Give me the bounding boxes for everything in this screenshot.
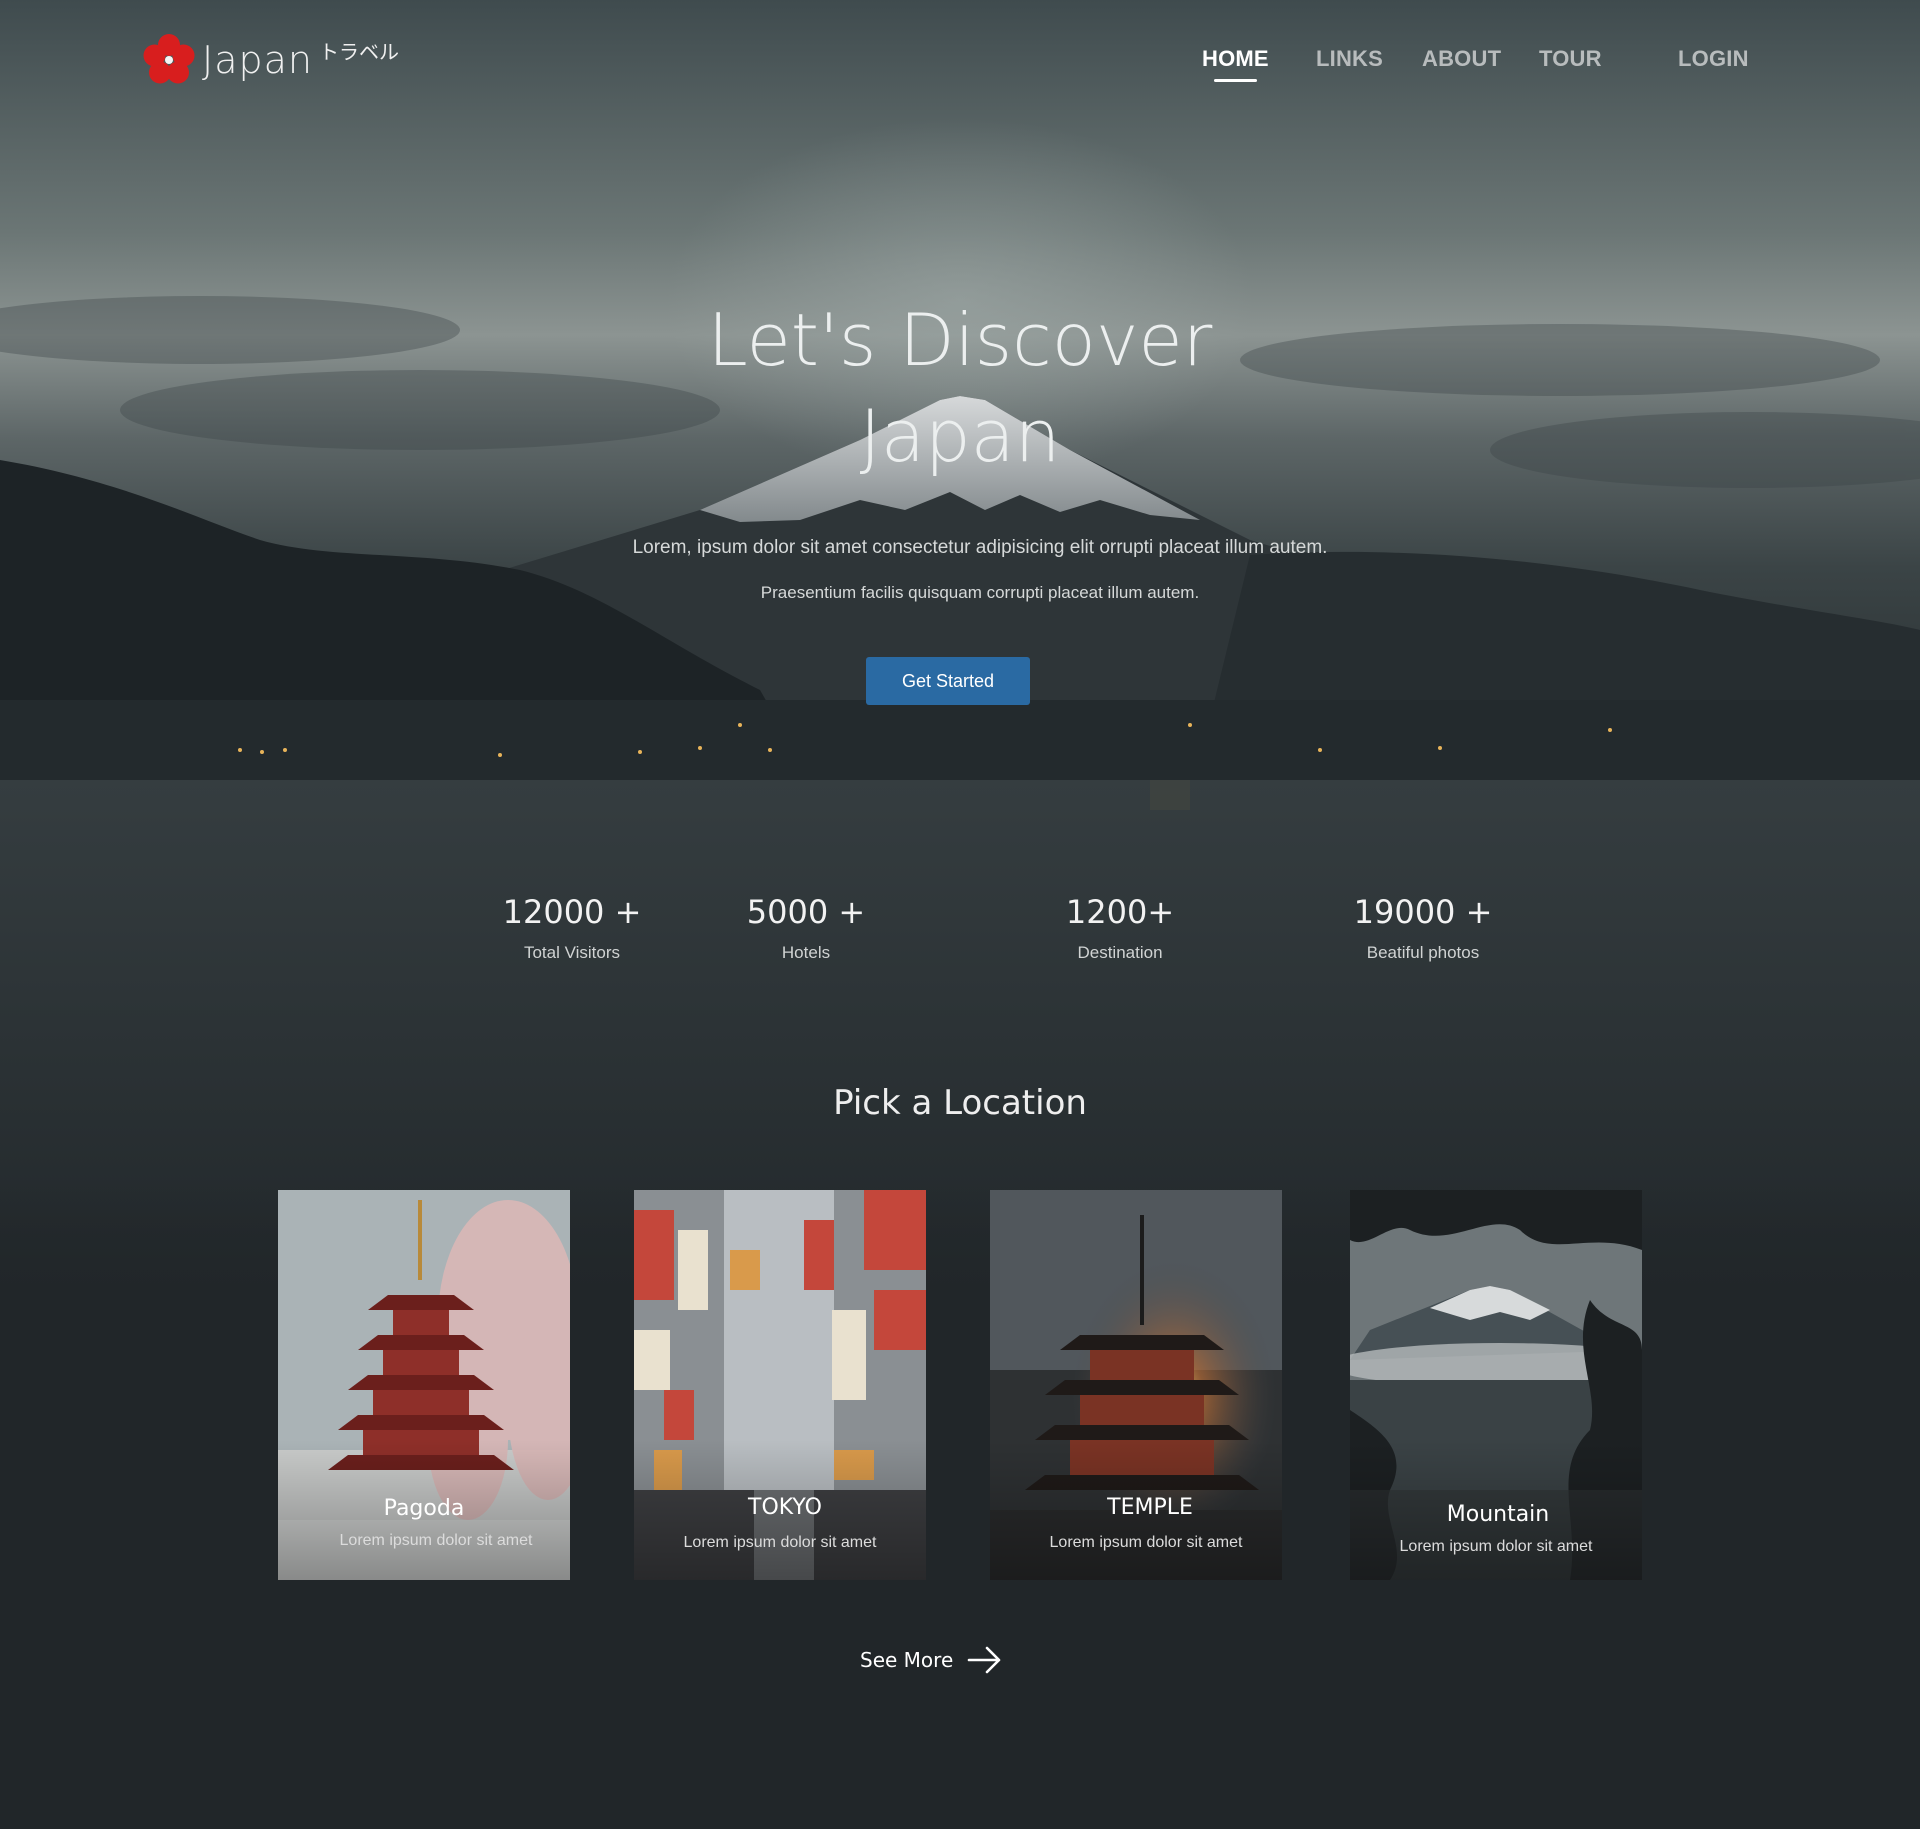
card-description: Lorem ipsum dolor sit amet (339, 1532, 533, 1549)
card-title: TOKYO (748, 1495, 822, 1520)
stat-total-visitors: 12000 + Total Visitors (452, 893, 692, 963)
see-more-link[interactable]: See More (860, 1640, 1003, 1680)
stat-beautiful-photos: 19000 + Beatiful photos (1303, 893, 1543, 963)
hero-subtitle-line2: Praesentium facilis quisquam corrupti pl… (760, 583, 1200, 602)
location-card-mountain[interactable]: Mountain Lorem ipsum dolor sit amet (1350, 1190, 1642, 1580)
card-description: Lorem ipsum dolor sit amet (683, 1534, 877, 1551)
location-card-pagoda[interactable]: Pagoda Lorem ipsum dolor sit amet (278, 1190, 570, 1580)
nav-item-tour[interactable]: TOUR (1539, 46, 1602, 72)
stat-label: Hotels (781, 943, 831, 962)
nav-item-home[interactable]: HOME (1202, 46, 1269, 82)
stat-destination: 1200+ Destination (1000, 893, 1240, 963)
stat-value: 5000 + (746, 893, 866, 931)
stat-value: 19000 + (1353, 893, 1493, 931)
card-description: Lorem ipsum dolor sit amet (1399, 1538, 1593, 1555)
login-link[interactable]: LOGIN (1678, 46, 1749, 72)
nav-item-about[interactable]: ABOUT (1422, 46, 1501, 72)
stat-label: Beatiful photos (1366, 943, 1480, 962)
stat-value: 12000 + (502, 893, 642, 931)
get-started-button[interactable]: Get Started (866, 657, 1030, 705)
card-title: Pagoda (383, 1496, 465, 1521)
hero-title-line1: Let's Discover (707, 298, 1213, 382)
locations-title: Pick a Location (833, 1083, 1087, 1123)
page: Japan トラベル HOME LINKS ABOUT TOUR LOGIN L… (0, 0, 1920, 1829)
location-card-temple[interactable]: TEMPLE Lorem ipsum dolor sit amet (990, 1190, 1282, 1580)
card-title: Mountain (1446, 1502, 1550, 1527)
location-card-tokyo[interactable]: TOKYO Lorem ipsum dolor sit amet (634, 1190, 926, 1580)
stat-label: Destination (1077, 943, 1163, 962)
arrow-right-icon (967, 1646, 1001, 1674)
see-more-label: See More (860, 1648, 954, 1672)
card-title: TEMPLE (1107, 1495, 1193, 1520)
stat-value: 1200+ (1065, 893, 1175, 931)
stat-hotels: 5000 + Hotels (686, 893, 926, 963)
hero-subtitle-line1: Lorem, ipsum dolor sit amet consectetur … (632, 537, 1328, 558)
card-description: Lorem ipsum dolor sit amet (1049, 1534, 1243, 1551)
hero-title-line2: Japan (859, 394, 1061, 478)
main-nav: HOME LINKS ABOUT TOUR LOGIN (0, 46, 1920, 86)
stat-label: Total Visitors (523, 943, 621, 962)
nav-item-links[interactable]: LINKS (1316, 46, 1383, 72)
